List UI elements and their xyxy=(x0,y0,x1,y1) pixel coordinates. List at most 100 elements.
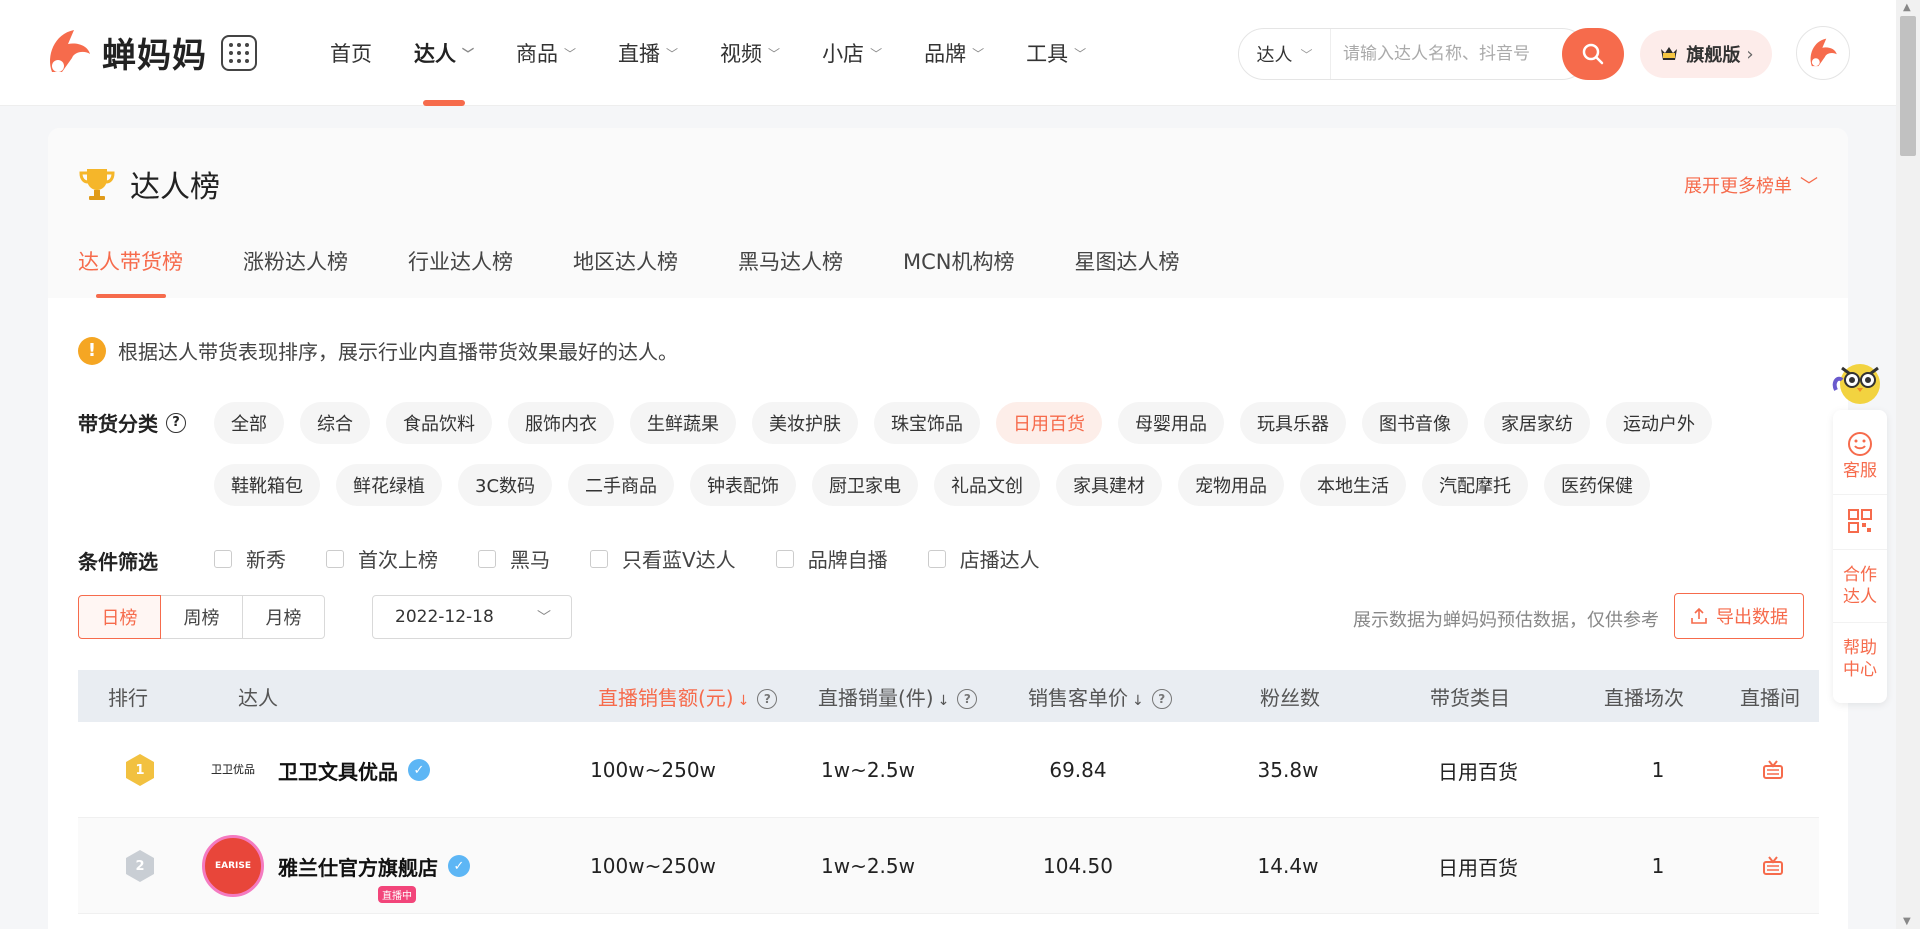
apps-grid-icon[interactable] xyxy=(221,35,257,71)
category-chip[interactable]: 运动户外 xyxy=(1606,402,1712,444)
nav-shop[interactable]: 小店 ﹀ xyxy=(801,0,903,106)
checkbox[interactable] xyxy=(927,549,946,568)
category-chip[interactable]: 本地生活 xyxy=(1300,464,1407,506)
checkbox[interactable] xyxy=(775,549,794,568)
category-chip[interactable]: 礼品文创 xyxy=(934,464,1041,506)
filter-checkbox-store-live[interactable]: 店播达人 xyxy=(927,544,1040,573)
col-live-sales[interactable]: 直播销售额(元) ↓? xyxy=(598,682,778,711)
nav-brand[interactable]: 品牌 ﹀ xyxy=(903,0,1005,106)
live-room-icon[interactable] xyxy=(1762,856,1784,876)
upload-icon xyxy=(1691,607,1707,624)
talent-cell[interactable]: 卫卫优品 卫卫文具优品 ✓ xyxy=(202,722,542,818)
category-chip[interactable]: 图书音像 xyxy=(1362,402,1468,444)
category-chip[interactable]: 全部 xyxy=(214,402,284,444)
partner-talent-button[interactable]: 合作达人 xyxy=(1833,550,1887,623)
nav-talent[interactable]: 达人 ﹀ xyxy=(393,0,495,106)
nav-tools[interactable]: 工具 ﹀ xyxy=(1005,0,1107,106)
tab-dark-horse-board[interactable]: 黑马达人榜 xyxy=(738,246,843,298)
help-center-button[interactable]: 帮助中心 xyxy=(1833,623,1887,695)
nav-live[interactable]: 直播 ﹀ xyxy=(597,0,699,106)
customer-service-button[interactable]: 客服 xyxy=(1833,418,1887,495)
search-type-select[interactable]: 达人 ﹀ xyxy=(1239,29,1331,79)
category-chip[interactable]: 服饰内衣 xyxy=(508,402,614,444)
filter-checkbox-dark-horse[interactable]: 黑马 xyxy=(478,544,550,573)
category-chip[interactable]: 珠宝饰品 xyxy=(874,402,980,444)
category-chip[interactable]: 母婴用品 xyxy=(1118,402,1224,444)
logo-icon xyxy=(50,30,90,72)
category-chip[interactable]: 厨卫家电 xyxy=(812,464,919,506)
avatar[interactable]: 卫卫优品 xyxy=(202,739,264,801)
export-button[interactable]: 导出数据 xyxy=(1674,593,1804,639)
checkbox[interactable] xyxy=(590,549,608,568)
vip-button[interactable]: 旗舰版 › xyxy=(1640,30,1772,78)
category-chip[interactable]: 家具建材 xyxy=(1056,464,1163,506)
category-chip[interactable]: 综合 xyxy=(300,402,370,444)
vertical-scrollbar[interactable]: ▲ ▼ xyxy=(1896,0,1920,929)
search-input[interactable] xyxy=(1331,44,1587,64)
category-chip[interactable]: 医药保健 xyxy=(1544,464,1651,506)
category-chip[interactable]: 家居家纺 xyxy=(1484,402,1590,444)
category-chip[interactable]: 鲜花绿植 xyxy=(336,464,442,506)
logo[interactable]: 蝉妈妈 xyxy=(44,26,207,78)
period-daily[interactable]: 日榜 xyxy=(78,595,161,639)
tab-industry-board[interactable]: 行业达人榜 xyxy=(408,246,513,298)
tab-fans-growth-board[interactable]: 涨粉达人榜 xyxy=(243,246,348,298)
owl-mascot-icon[interactable] xyxy=(1828,350,1892,410)
scroll-down-icon[interactable]: ▼ xyxy=(1903,916,1911,927)
tab-sales-board[interactable]: 达人带货榜 xyxy=(78,246,183,298)
sessions-cell: 1 xyxy=(1651,758,1665,782)
qrcode-button[interactable] xyxy=(1833,495,1887,550)
search-button[interactable] xyxy=(1562,28,1624,80)
checkbox[interactable] xyxy=(478,549,496,568)
checkbox[interactable] xyxy=(326,549,344,568)
help-icon[interactable]: ? xyxy=(757,689,778,709)
talent-name[interactable]: 雅兰仕官方旗舰店 xyxy=(278,852,438,881)
category-chip[interactable]: 生鲜蔬果 xyxy=(630,402,736,444)
top-header: 蝉妈妈 首页 达人﹀ 商品﹀ 直播﹀ 视频﹀ 小店﹀ 品牌﹀ 工具﹀ 达人﹀ 旗… xyxy=(0,0,1896,106)
scroll-up-icon[interactable]: ▲ xyxy=(1903,2,1911,13)
col-live-room: 直播间 xyxy=(1740,685,1800,710)
period-weekly[interactable]: 周榜 xyxy=(160,595,243,639)
nav-home[interactable]: 首页 xyxy=(320,0,393,106)
nav-goods[interactable]: 商品 ﹀ xyxy=(495,0,597,106)
date-picker[interactable]: 2022-12-18 ﹀ xyxy=(372,595,572,639)
tab-mcn-board[interactable]: MCN机构榜 xyxy=(903,246,1015,298)
category-chip[interactable]: 美妆护肤 xyxy=(752,402,858,444)
category-chip[interactable]: 二手商品 xyxy=(568,464,675,506)
tab-region-board[interactable]: 地区达人榜 xyxy=(573,246,678,298)
col-live-volume[interactable]: 直播销量(件) ↓? xyxy=(818,682,978,711)
period-monthly[interactable]: 月榜 xyxy=(242,595,325,639)
table-row[interactable]: 1 卫卫优品 卫卫文具优品 ✓ 100w~250w 1w~2.5w 69.84 … xyxy=(78,722,1819,818)
live-room-cell[interactable] xyxy=(1728,818,1818,914)
live-room-icon[interactable] xyxy=(1762,760,1784,780)
sort-desc-icon: ↓ xyxy=(737,692,750,709)
checkbox[interactable] xyxy=(214,549,232,568)
avatar[interactable]: EARISE xyxy=(202,835,264,897)
category-chip[interactable]: 鞋靴箱包 xyxy=(214,464,320,506)
category-chip[interactable]: 宠物用品 xyxy=(1178,464,1285,506)
help-icon[interactable]: ? xyxy=(166,412,186,433)
talent-name[interactable]: 卫卫文具优品 xyxy=(278,756,398,785)
live-room-cell[interactable] xyxy=(1728,722,1818,818)
filter-checkbox-blue-v[interactable]: 只看蓝V达人 xyxy=(590,544,736,573)
category-chip[interactable]: 钟表配饰 xyxy=(690,464,797,506)
filter-checkbox-first-on-board[interactable]: 首次上榜 xyxy=(326,544,438,573)
col-avg-price[interactable]: 销售客单价 ↓? xyxy=(1028,682,1172,711)
help-icon[interactable]: ? xyxy=(957,689,978,709)
nav-video[interactable]: 视频 ﹀ xyxy=(699,0,801,106)
tab-xingtu-board[interactable]: 星图达人榜 xyxy=(1075,246,1180,298)
category-chip-active[interactable]: 日用百货 xyxy=(996,402,1102,444)
fans-cell: 35.8w xyxy=(1257,758,1319,782)
expand-more-boards[interactable]: 展开更多榜单 ﹀ xyxy=(1684,172,1818,198)
help-icon[interactable]: ? xyxy=(1151,689,1172,709)
category-chip[interactable]: 食品饮料 xyxy=(386,402,492,444)
filter-checkbox-brand-self-live[interactable]: 品牌自播 xyxy=(775,544,888,573)
talent-cell[interactable]: EARISE 直播中 雅兰仕官方旗舰店 ✓ xyxy=(202,818,542,914)
category-chip[interactable]: 玩具乐器 xyxy=(1240,402,1346,444)
scrollbar-thumb[interactable] xyxy=(1900,16,1916,156)
category-chip[interactable]: 汽配摩托 xyxy=(1422,464,1529,506)
table-row[interactable]: 2 EARISE 直播中 雅兰仕官方旗舰店 ✓ 100w~250w 1w~2.5… xyxy=(78,818,1819,914)
category-chip[interactable]: 3C数码 xyxy=(458,464,553,506)
user-avatar[interactable] xyxy=(1796,26,1850,80)
filter-checkbox-newcomer[interactable]: 新秀 xyxy=(214,544,286,573)
